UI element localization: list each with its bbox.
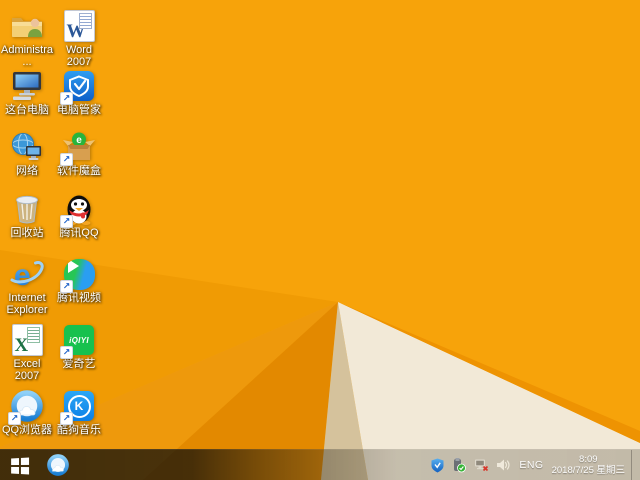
desktop-icon-internet-explorer[interactable]: e Internet Explorer	[1, 256, 53, 316]
network-disconnected-tray-icon[interactable]	[473, 457, 489, 473]
desktop-icon-network[interactable]: 网络	[1, 129, 53, 178]
icon-label: 这台电脑	[5, 104, 49, 116]
icon-label: Word 2007	[65, 44, 93, 68]
tencent-qq-icon: ↗	[60, 191, 97, 228]
kugou-music-icon: K ↗	[60, 388, 97, 425]
volume-tray-icon[interactable]	[495, 457, 511, 473]
desktop-icon-qq-browser[interactable]: ↗ QQ浏览器	[1, 388, 53, 437]
software-box-icon: e ↗	[60, 129, 97, 166]
windows-logo-icon	[10, 456, 29, 475]
icon-label: Internet Explorer	[6, 292, 48, 316]
system-tray: ENG 8:09 2018/7/25 星期三	[429, 450, 636, 480]
shortcut-arrow-icon: ↗	[60, 92, 73, 105]
internet-explorer-icon: e	[9, 256, 45, 292]
clock-time: 8:09	[579, 454, 598, 465]
desktop-icon-recycle-bin[interactable]: 回收站	[1, 191, 53, 240]
word-2007-icon: W	[61, 8, 97, 44]
recycle-bin-icon	[9, 191, 45, 227]
desktop-icon-excel-2007[interactable]: X Excel 2007	[1, 322, 53, 382]
taskbar-clock[interactable]: 8:09 2018/7/25 星期三	[552, 454, 625, 476]
excel-2007-icon: X	[9, 322, 45, 358]
svg-text:e: e	[76, 135, 82, 146]
icon-label: Excel 2007	[13, 358, 41, 382]
icon-label: QQ浏览器	[1, 424, 53, 436]
qq-browser-icon	[47, 454, 69, 476]
desktop-icon-tencent-qq[interactable]: ↗ 腾讯QQ	[53, 191, 105, 240]
excel-minigrid	[26, 327, 40, 343]
usb-ok-tray-icon[interactable]	[451, 457, 467, 473]
desktop-icon-word-2007[interactable]: W Word 2007	[53, 8, 105, 68]
clock-date: 2018/7/25 星期三	[551, 465, 625, 476]
shortcut-arrow-icon: ↗	[60, 280, 73, 293]
taskbar-qq-browser-button[interactable]	[46, 453, 70, 477]
icon-label: 爱奇艺	[62, 358, 96, 370]
iqiyi-icon: iQIYI ↗	[60, 322, 97, 359]
icon-label: 腾讯QQ	[59, 227, 99, 239]
pc-manager-shield-tray-icon[interactable]	[429, 457, 445, 473]
this-pc-icon	[9, 68, 45, 104]
play-triangle-icon	[67, 258, 79, 273]
shortcut-arrow-icon: ↗	[60, 153, 73, 166]
icon-label: 腾讯视频	[57, 292, 101, 304]
network-icon	[9, 129, 45, 165]
icon-label: 软件魔盒	[57, 165, 101, 177]
desktop-screen: Administra... W Word 2007 这台电脑 ↗ 电脑管家 网络…	[0, 0, 640, 480]
icon-label: 酷狗音乐	[57, 424, 101, 436]
show-desktop-button[interactable]	[631, 450, 636, 480]
taskbar: ENG 8:09 2018/7/25 星期三	[0, 449, 640, 480]
start-button[interactable]	[7, 456, 31, 475]
desktop-icon-iqiyi[interactable]: iQIYI ↗ 爱奇艺	[53, 322, 105, 371]
word-minidoc	[78, 13, 92, 29]
desktop-icon-pc-manager[interactable]: ↗ 电脑管家	[53, 68, 105, 117]
desktop-icon-kugou-music[interactable]: K ↗ 酷狗音乐	[53, 388, 105, 437]
icon-label: 电脑管家	[57, 104, 101, 116]
icon-label: Administra...	[1, 44, 53, 68]
tencent-video-icon: ↗	[60, 256, 97, 293]
icon-label: 回收站	[10, 227, 44, 239]
shortcut-arrow-icon: ↗	[8, 412, 21, 425]
shortcut-arrow-icon: ↗	[60, 215, 73, 228]
desktop-icon-this-pc[interactable]: 这台电脑	[1, 68, 53, 117]
language-indicator[interactable]: ENG	[519, 459, 543, 471]
qq-browser-icon: ↗	[8, 388, 45, 425]
shortcut-arrow-icon: ↗	[60, 412, 73, 425]
shortcut-arrow-icon: ↗	[60, 346, 73, 359]
desktop-icon-tencent-video[interactable]: ↗ 腾讯视频	[53, 256, 105, 305]
svg-text:e: e	[14, 259, 31, 291]
administrator-folder-icon	[9, 8, 45, 44]
desktop-icon-administrator-folder[interactable]: Administra...	[1, 8, 53, 68]
icon-label: 网络	[16, 165, 38, 177]
desktop-icon-software-box[interactable]: e ↗ 软件魔盒	[53, 129, 105, 178]
pc-manager-icon: ↗	[60, 68, 97, 105]
